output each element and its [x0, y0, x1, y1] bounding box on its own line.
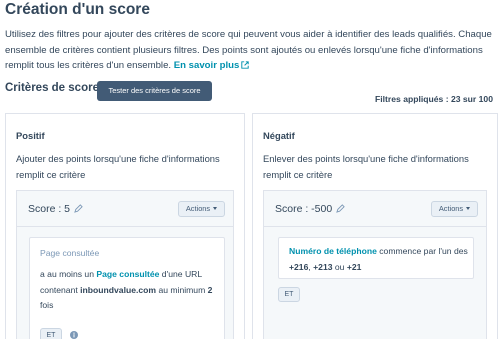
positive-actions-button[interactable]: Actions [178, 201, 225, 217]
positive-score-text: Score : 5 [28, 203, 71, 215]
filter-text: a au moins un [40, 269, 97, 279]
filter-text: au minimum [156, 284, 208, 295]
filter-value: inboundvalue.com [80, 284, 157, 295]
filter-text: ou [332, 261, 347, 272]
pencil-icon[interactable] [74, 204, 83, 213]
intro-text: Utilisez des filtres pour ajouter des cr… [5, 27, 493, 74]
filter-property: Page consultée [96, 269, 160, 279]
negative-score-header: Score : -500 Actions [264, 191, 486, 227]
positive-description: Ajouter des points lorsqu'une fiche d'in… [16, 153, 220, 180]
info-icon[interactable] [70, 331, 78, 339]
filter-title: Page consultée [40, 248, 100, 258]
positive-score-header: Score : 5 Actions [17, 191, 233, 227]
filter-text: commence par l'un des [376, 246, 468, 256]
negative-description: Enlever des points lorsqu'une fiche d'in… [263, 153, 469, 180]
negative-score-set: Score : -500 Actions Numéro de téléphone… [263, 190, 487, 339]
positive-filter-card[interactable]: Page consultée a au moins un Page consul… [29, 237, 225, 339]
negative-score-label: Score : -500 [275, 203, 345, 215]
caret-down-icon [466, 207, 471, 210]
pencil-icon[interactable] [336, 204, 345, 213]
filter-value: +216 [289, 261, 309, 272]
positive-panel: Positif Ajouter des points lorsqu'une fi… [5, 113, 245, 339]
filter-text: fois [40, 300, 54, 310]
negative-actions-button[interactable]: Actions [431, 201, 478, 217]
learn-more-link[interactable]: En savoir plus [174, 60, 240, 71]
filter-description: a au moins un Page consultée d'une URL c… [40, 267, 220, 314]
filter-value: +213 [313, 261, 333, 272]
criteria-title: Critères de score [5, 82, 99, 94]
filter-value: +21 [346, 261, 362, 272]
test-criteria-button[interactable]: Tester des critères de score [97, 81, 212, 101]
filter-property: Numéro de téléphone [289, 246, 377, 256]
negative-and-button[interactable]: ET [278, 287, 300, 302]
positive-actions-label: Actions [185, 204, 211, 213]
positive-score-label: Score : 5 [28, 203, 83, 215]
positive-and-button[interactable]: ET [40, 328, 62, 339]
negative-heading: Négatif [263, 130, 295, 141]
filters-applied-count: Filtres appliqués : 23 sur 100 [375, 94, 493, 104]
filter-value: 2 [207, 284, 213, 295]
negative-filter-card[interactable]: Numéro de téléphone commence par l'un de… [278, 237, 474, 279]
positive-score-set: Score : 5 Actions Page consultée a au mo… [16, 190, 234, 339]
negative-score-text: Score : -500 [275, 203, 333, 215]
positive-heading: Positif [16, 130, 45, 141]
negative-panel: Négatif Enlever des points lorsqu'une fi… [252, 113, 498, 339]
page-title: Création d'un score [5, 1, 150, 18]
negative-actions-label: Actions [438, 204, 464, 213]
filter-description: Numéro de téléphone commence par l'un de… [289, 244, 469, 275]
external-link-icon[interactable] [241, 61, 250, 69]
caret-down-icon [213, 207, 218, 210]
